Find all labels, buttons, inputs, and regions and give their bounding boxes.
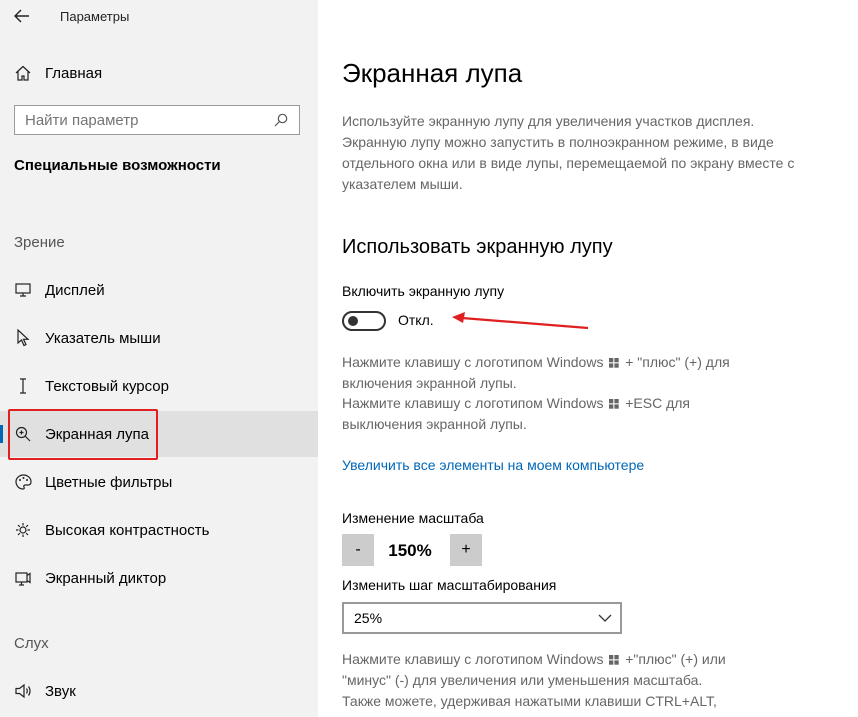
sidebar-item-magnifier[interactable]: Экранная лупа: [0, 411, 318, 457]
window-title: Параметры: [60, 9, 130, 24]
sidebar: Параметры Главная Специальные возможност…: [0, 0, 318, 717]
sidebar-item-label: Главная: [45, 64, 103, 82]
zoom-plus-button[interactable]: +: [450, 534, 482, 566]
toggle-state-text: Откл.: [398, 312, 434, 328]
zoom-value: 150%: [388, 541, 432, 560]
annotation-arrow: [452, 312, 589, 330]
home-icon: [14, 64, 32, 82]
sidebar-item-sound[interactable]: Звук: [0, 669, 318, 713]
category-title: Специальные возможности: [14, 157, 221, 174]
toggle-label: Включить экранную лупу: [342, 283, 505, 299]
toggle-knob: [348, 316, 358, 326]
sidebar-item-color-filters[interactable]: Цветные фильтры: [0, 460, 318, 504]
narrator-icon: [14, 569, 32, 587]
magnifier-toggle[interactable]: [342, 311, 386, 331]
zoom-step-label: Изменить шаг масштабирования: [342, 577, 557, 593]
hint-disable: Нажмите клавишу с логотипом Windows +ESC…: [342, 395, 691, 432]
hint-zoom-keys: Нажмите клавишу с логотипом Windows +"пл…: [342, 651, 726, 709]
windows-logo-icon: [609, 655, 620, 665]
search-icon: [271, 113, 291, 127]
selection-indicator: [0, 425, 3, 443]
back-arrow-icon[interactable]: [14, 8, 36, 26]
zoom-label: Изменение масштаба: [342, 510, 484, 526]
chevron-down-icon: [598, 614, 612, 622]
sidebar-item-label: Указатель мыши: [45, 329, 161, 347]
display-icon: [14, 281, 32, 299]
section-header-hearing: Слух: [14, 635, 49, 652]
mouse-pointer-icon: [14, 329, 32, 347]
main-content: Экранная лупа Используйте экранную лупу …: [318, 0, 858, 717]
sidebar-item-label: Высокая контрастность: [45, 521, 210, 539]
sidebar-item-label: Цветные фильтры: [45, 473, 173, 491]
search-input[interactable]: [15, 106, 271, 134]
speaker-icon: [14, 682, 32, 700]
text-cursor-icon: [14, 377, 32, 395]
zoom-minus-button[interactable]: -: [342, 534, 374, 566]
palette-icon: [14, 473, 32, 491]
section-title: Использовать экранную лупу: [342, 236, 613, 258]
magnifier-icon: [14, 425, 32, 443]
page-description: Используйте экранную лупу для увеличения…: [342, 113, 795, 192]
sidebar-item-text-cursor[interactable]: Текстовый курсор: [0, 364, 318, 408]
sidebar-item-home[interactable]: Главная: [0, 51, 318, 95]
sidebar-item-mouse-pointer[interactable]: Указатель мыши: [0, 316, 318, 360]
page-title: Экранная лупа: [342, 58, 523, 88]
sidebar-item-label: Экранная лупа: [45, 425, 149, 443]
sidebar-item-narrator[interactable]: Экранный диктор: [0, 556, 318, 600]
scale-everything-link[interactable]: Увеличить все элементы на моем компьютер…: [342, 457, 644, 473]
windows-logo-icon: [609, 358, 620, 368]
zoom-step-select[interactable]: 25%: [342, 602, 622, 634]
windows-logo-icon: [609, 399, 620, 409]
section-header-vision: Зрение: [14, 234, 65, 251]
contrast-icon: [14, 521, 32, 539]
sidebar-item-label: Экранный диктор: [45, 569, 167, 587]
hint-enable: Нажмите клавишу с логотипом Windows + "п…: [342, 354, 730, 391]
sidebar-item-display[interactable]: Дисплей: [0, 268, 318, 312]
zoom-step-value: 25%: [354, 610, 383, 626]
sidebar-item-label: Текстовый курсор: [45, 377, 169, 395]
sidebar-item-label: Звук: [45, 682, 76, 700]
sidebar-item-high-contrast[interactable]: Высокая контрастность: [0, 508, 318, 552]
search-field[interactable]: [14, 105, 300, 135]
sidebar-item-label: Дисплей: [45, 281, 105, 299]
